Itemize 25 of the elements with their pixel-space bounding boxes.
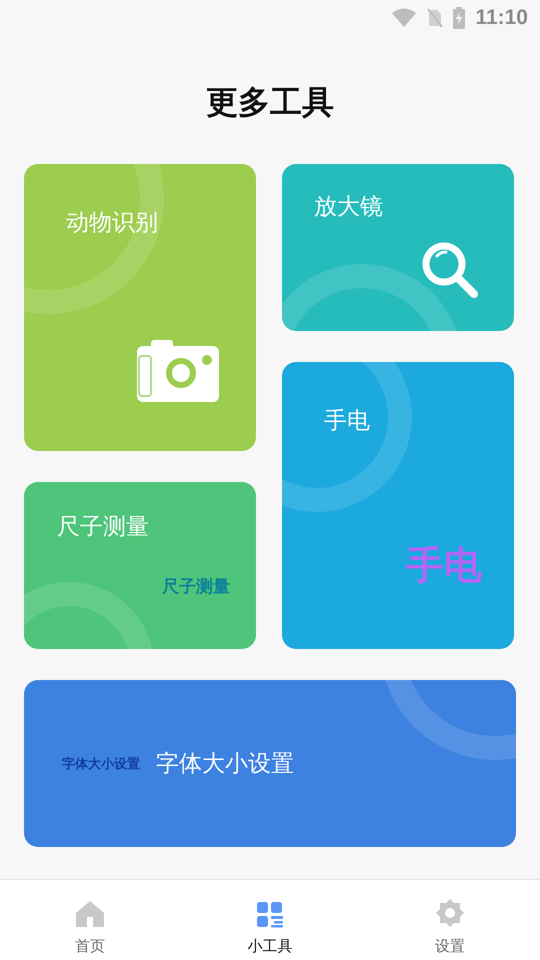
status-time: 11:10 [475, 6, 528, 30]
tool-label: 动物识别 [66, 209, 158, 238]
tool-label: 字体大小设置 [156, 750, 294, 779]
tool-label: 放大镜 [314, 193, 383, 222]
nav-tab[interactable]: 小工具 [180, 880, 360, 960]
nav-tab[interactable]: 设置 [360, 880, 540, 960]
battery-icon [453, 7, 466, 29]
logo-text: 手电 [406, 542, 482, 588]
logo-text: 字体大小设置 [62, 756, 140, 772]
page-title: 更多工具 [205, 82, 335, 122]
grid-icon [257, 902, 283, 928]
tool-card[interactable]: 放大镜 [282, 164, 514, 331]
tool-card[interactable]: 尺子测量 尺子测量 [24, 482, 256, 649]
tool-card[interactable]: 手电 手电 [282, 362, 514, 649]
no-sim-icon [427, 8, 444, 28]
camera-icon [137, 340, 219, 402]
tool-card[interactable]: 字体大小设置 字体大小设置 [24, 680, 516, 847]
settings-icon [435, 898, 465, 928]
search-icon [420, 240, 480, 300]
tool-label: 尺子测量 [57, 513, 149, 542]
wifi-icon [391, 8, 418, 28]
nav-tab[interactable]: 首页 [0, 880, 180, 960]
tool-label: 手电 [324, 407, 370, 436]
logo-text: 尺子测量 [162, 576, 230, 598]
home-icon [75, 900, 105, 928]
